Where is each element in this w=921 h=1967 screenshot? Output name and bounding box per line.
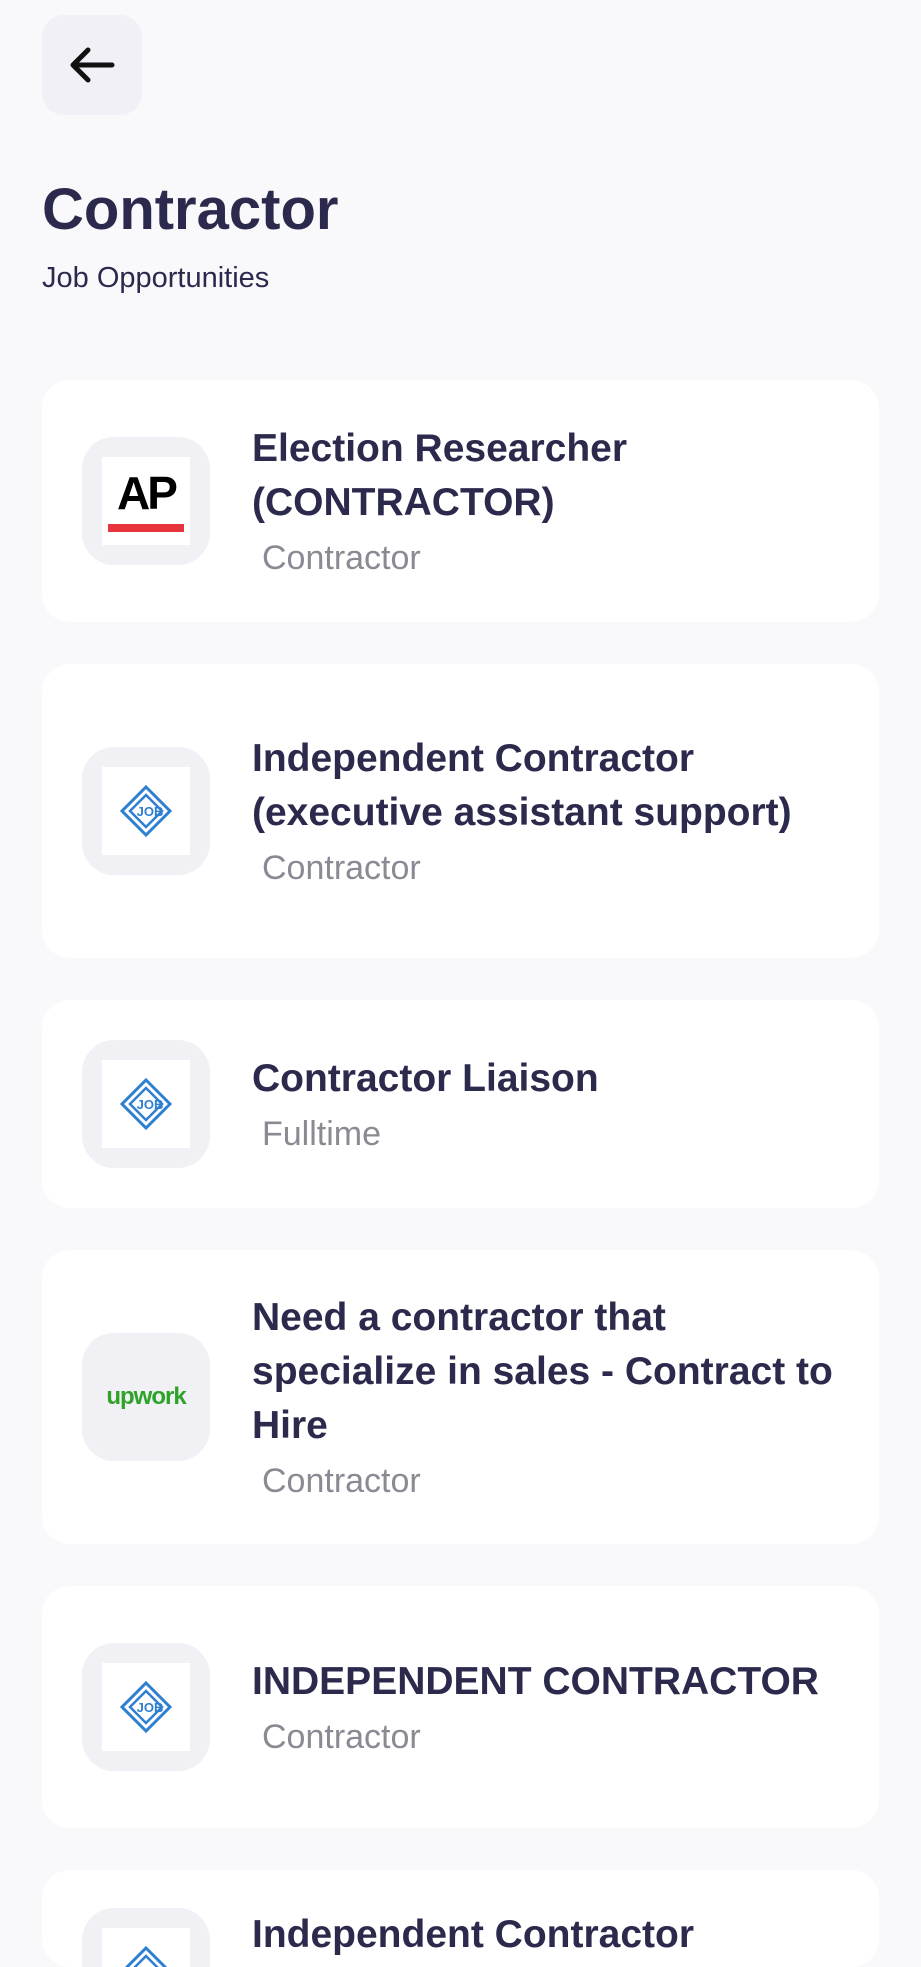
ap-logo-bar <box>108 524 184 532</box>
job-type: Contractor <box>262 1462 421 1500</box>
job-logo-icon: JOB <box>119 784 173 838</box>
job-card[interactable]: JOB Independent Contractor <box>42 1870 879 1967</box>
job-title: Contractor Liaison <box>252 1057 599 1100</box>
arrow-left-icon <box>70 47 115 83</box>
job-title: Need a contractor that specialize in sal… <box>252 1296 833 1447</box>
job-logo-icon: JOB <box>119 1077 173 1131</box>
upwork-logo: upwork <box>106 1383 186 1410</box>
svg-text:JOB: JOB <box>137 1700 164 1715</box>
job-title: Election Researcher (CONTRACTOR) <box>252 427 628 524</box>
job-type: Contractor <box>262 539 421 577</box>
job-title: Independent Contractor (executive assist… <box>252 737 792 834</box>
job-logo: JOB <box>102 1060 190 1148</box>
job-title: INDEPENDENT CONTRACTOR <box>252 1660 819 1703</box>
company-logo: AP <box>82 437 210 565</box>
page-subtitle: Job Opportunities <box>42 262 270 294</box>
job-logo: JOB <box>102 1663 190 1751</box>
job-type: Contractor <box>262 1718 421 1756</box>
svg-text:JOB: JOB <box>137 1097 164 1112</box>
company-logo: JOB <box>82 1040 210 1168</box>
ap-logo: AP <box>102 457 190 545</box>
company-logo: JOB <box>82 1908 210 1967</box>
job-logo: JOB <box>102 1928 190 1967</box>
job-card[interactable]: JOB Independent Contractor (executive as… <box>42 664 879 958</box>
company-logo: JOB <box>82 747 210 875</box>
back-button[interactable] <box>42 15 142 115</box>
job-title: Independent Contractor <box>252 1913 695 1956</box>
job-type: Contractor <box>262 849 421 887</box>
page-title: Contractor <box>42 177 339 242</box>
job-logo-icon: JOB <box>124 1945 168 1967</box>
job-card[interactable]: JOB INDEPENDENT CONTRACTOR Contractor <box>42 1586 879 1828</box>
job-card[interactable]: JOB Contractor Liaison Fulltime <box>42 1000 879 1208</box>
job-type: Fulltime <box>262 1115 382 1153</box>
job-logo: JOB <box>102 767 190 855</box>
job-logo-icon: JOB <box>119 1680 173 1734</box>
company-logo: upwork <box>82 1333 210 1461</box>
company-logo: JOB <box>82 1643 210 1771</box>
svg-text:JOB: JOB <box>137 804 164 819</box>
job-card[interactable]: AP Election Researcher (CONTRACTOR) Cont… <box>42 380 879 622</box>
job-card[interactable]: upwork Need a contractor that specialize… <box>42 1250 879 1544</box>
ap-logo-text: AP <box>117 467 178 519</box>
